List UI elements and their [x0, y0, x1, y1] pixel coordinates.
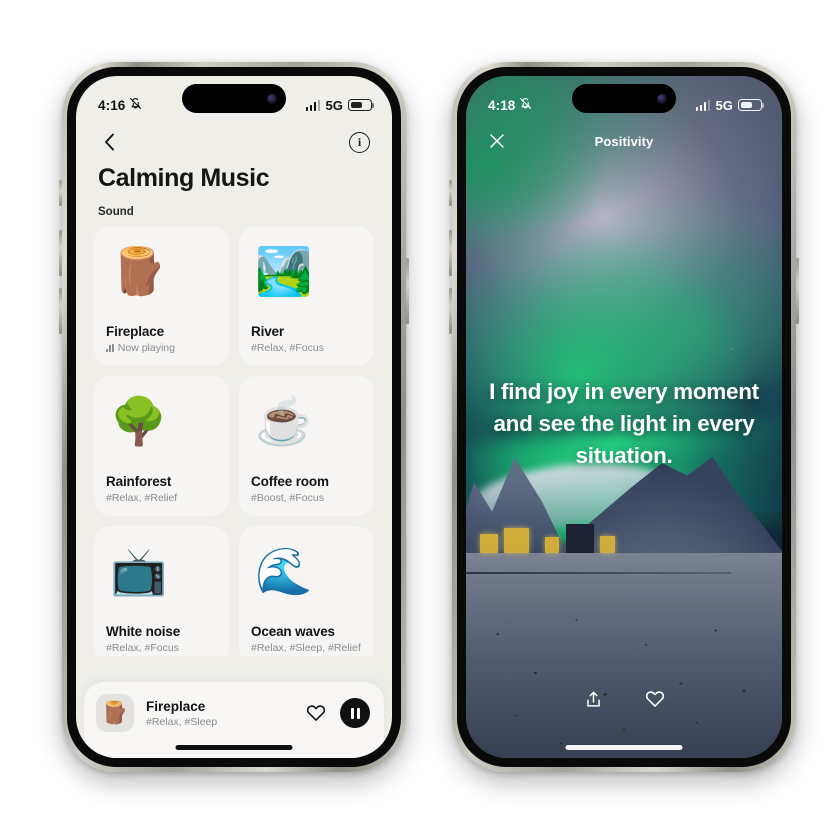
close-icon[interactable]	[486, 130, 508, 152]
battery-icon	[738, 99, 765, 111]
phone-right-screen: 4:18 5G Positivity I find joy in every m…	[466, 76, 782, 758]
sound-card-subtitle: #Relax, #Focus	[106, 642, 179, 654]
pause-button[interactable]	[340, 698, 370, 728]
bell-slash-icon	[519, 97, 532, 113]
power-button[interactable]	[406, 258, 409, 324]
sound-card-title: Fireplace	[106, 324, 164, 339]
front-camera-icon	[657, 93, 667, 104]
sound-card-rainforest[interactable]: 🌳 Rainforest #Relax, #Relief	[94, 376, 229, 516]
sound-card-river[interactable]: 🏞️ River #Relax, #Focus	[239, 226, 374, 366]
info-glyph: i	[357, 135, 362, 149]
screenshot-stage: 4:16 5G i Calming Music Sound 🪵 Fireplac…	[0, 0, 840, 840]
phone-left-bezel: 4:16 5G i Calming Music Sound 🪵 Fireplac…	[67, 67, 401, 767]
power-button[interactable]	[796, 258, 799, 324]
photo-title: Positivity	[594, 133, 654, 149]
sound-card-grid: 🪵 Fireplace Now playing 🏞️ River #Relax,…	[94, 226, 374, 656]
sound-card-subtitle: #Relax, #Focus	[251, 342, 324, 354]
sound-card-title: White noise	[106, 624, 181, 639]
section-label-sound: Sound	[98, 206, 134, 218]
pause-bar	[356, 707, 360, 719]
mini-player-title: Fireplace	[146, 698, 206, 714]
status-time: 4:18	[488, 97, 516, 113]
network-label: 5G	[325, 97, 343, 113]
phone-left-screen: 4:16 5G i Calming Music Sound 🪵 Fireplac…	[76, 76, 392, 758]
info-icon[interactable]: i	[349, 131, 370, 153]
volume-up-button[interactable]	[59, 230, 62, 276]
wave-icon: 🌊	[255, 545, 313, 597]
sound-card-subtitle-row: #Relax, #Sleep, #Relief	[251, 642, 362, 654]
sound-card-text: Fireplace Now playing	[106, 324, 217, 354]
dynamic-island	[182, 84, 286, 113]
television-icon: 📺	[110, 545, 168, 597]
front-camera-icon	[267, 93, 277, 104]
rainforest-icon: 🌳	[110, 395, 168, 447]
volume-down-button[interactable]	[59, 288, 62, 334]
heart-icon[interactable]	[642, 686, 668, 712]
volume-down-button[interactable]	[449, 288, 452, 334]
sound-card-subtitle-row: #Boost, #Focus	[251, 492, 362, 504]
dynamic-island	[572, 84, 676, 113]
sound-card-title: Coffee room	[251, 474, 329, 489]
volume-up-button[interactable]	[449, 230, 452, 276]
page-title: Calming Music	[98, 164, 270, 192]
mini-player-text: Fireplace #Relax, #Sleep	[146, 699, 292, 728]
sound-card-subtitle: #Relax, #Sleep, #Relief	[251, 642, 361, 654]
phone-right: 4:18 5G Positivity I find joy in every m…	[449, 62, 799, 772]
home-indicator[interactable]	[175, 745, 293, 750]
photo-action-bar	[466, 686, 782, 712]
sound-card-subtitle-row: #Relax, #Focus	[106, 642, 217, 654]
status-bar-right-group: 5G	[305, 97, 375, 113]
mute-switch[interactable]	[449, 180, 452, 206]
river-icon: 🏞️	[255, 245, 313, 297]
phone-left: 4:16 5G i Calming Music Sound 🪵 Fireplac…	[59, 62, 409, 772]
sound-card-subtitle-row: Now playing	[106, 342, 217, 354]
fireplace-icon: 🪵	[110, 245, 168, 297]
sound-card-text: River #Relax, #Focus	[251, 324, 362, 354]
sound-card-subtitle: Now playing	[117, 342, 175, 354]
coffee-icon: ☕	[255, 395, 313, 447]
mute-switch[interactable]	[59, 180, 62, 206]
sound-card-subtitle-row: #Relax, #Focus	[251, 342, 362, 354]
sound-card-fireplace[interactable]: 🪵 Fireplace Now playing	[94, 226, 229, 366]
sound-card-white-noise[interactable]: 📺 White noise #Relax, #Focus	[94, 526, 229, 656]
signal-bars-icon	[305, 99, 321, 111]
phone-right-bezel: 4:18 5G Positivity I find joy in every m…	[457, 67, 791, 767]
network-label: 5G	[715, 97, 733, 113]
navigation-bar-right: Positivity	[466, 124, 782, 158]
back-button[interactable]	[98, 131, 120, 153]
sound-card-text: Ocean waves #Relax, #Sleep, #Relief	[251, 624, 362, 654]
status-bar-right-group: 5G	[695, 97, 765, 113]
sound-card-title: Ocean waves	[251, 624, 335, 639]
heart-icon[interactable]	[304, 701, 328, 725]
sound-card-subtitle-row: #Relax, #Relief	[106, 492, 217, 504]
bell-slash-icon	[129, 97, 142, 113]
navigation-bar-left: i	[76, 124, 392, 160]
share-icon[interactable]	[580, 686, 606, 712]
status-bar-left-group: 4:16	[98, 97, 142, 113]
sound-card-text: White noise #Relax, #Focus	[106, 624, 217, 654]
sound-card-text: Rainforest #Relax, #Relief	[106, 474, 217, 504]
signal-bars-icon	[695, 99, 711, 111]
sound-card-title: River	[251, 324, 285, 339]
battery-icon	[348, 99, 375, 111]
sound-card-subtitle: #Relax, #Relief	[106, 492, 178, 504]
sound-card-coffee-room[interactable]: ☕ Coffee room #Boost, #Focus	[239, 376, 374, 516]
mini-player-subtitle: #Relax, #Sleep	[146, 715, 218, 728]
affirmation-quote: I find joy in every moment and see the l…	[489, 379, 759, 468]
pause-bar	[350, 707, 354, 719]
status-time: 4:16	[98, 97, 126, 113]
sound-card-title: Rainforest	[106, 474, 172, 489]
sound-card-ocean-waves[interactable]: 🌊 Ocean waves #Relax, #Sleep, #Relief	[239, 526, 374, 656]
sound-card-subtitle: #Boost, #Focus	[251, 492, 324, 504]
mini-player-thumbnail: 🪵	[96, 694, 134, 732]
status-bar-left-group: 4:18	[488, 97, 532, 113]
sound-card-text: Coffee room #Boost, #Focus	[251, 474, 362, 504]
home-indicator[interactable]	[565, 745, 683, 750]
now-playing-equalizer-icon	[106, 344, 114, 352]
